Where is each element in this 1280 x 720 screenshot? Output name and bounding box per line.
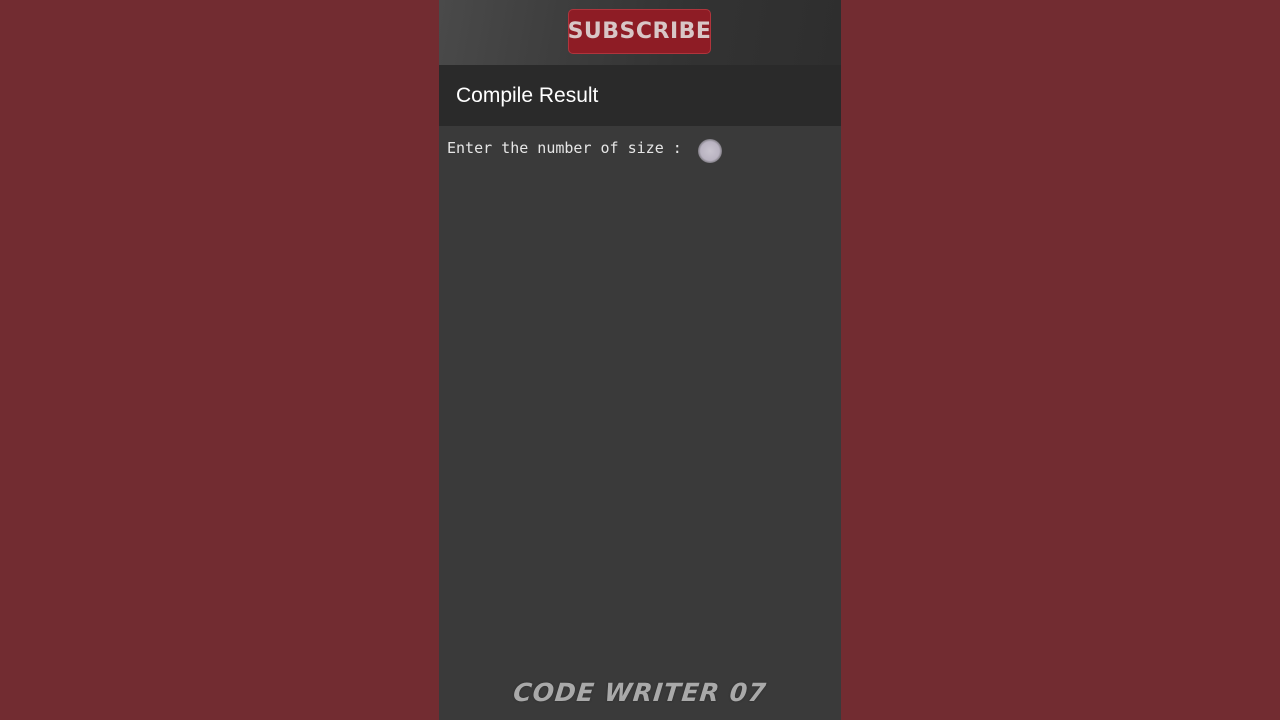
channel-watermark: CODE WRITER 07 bbox=[511, 678, 769, 707]
touch-indicator-icon bbox=[698, 139, 722, 163]
phone-screen: SUBSCRIBE Compile Result Enter the numbe… bbox=[439, 0, 841, 720]
console-prompt: Enter the number of size : bbox=[447, 139, 691, 157]
console-line: Enter the number of size : bbox=[447, 139, 701, 157]
subscribe-button[interactable]: SUBSCRIBE bbox=[568, 9, 711, 54]
console-output[interactable]: Enter the number of size : bbox=[439, 126, 841, 720]
page-title: Compile Result bbox=[456, 83, 599, 107]
app-header: Compile Result bbox=[439, 65, 841, 126]
video-frame: SUBSCRIBE Compile Result Enter the numbe… bbox=[0, 0, 1280, 720]
